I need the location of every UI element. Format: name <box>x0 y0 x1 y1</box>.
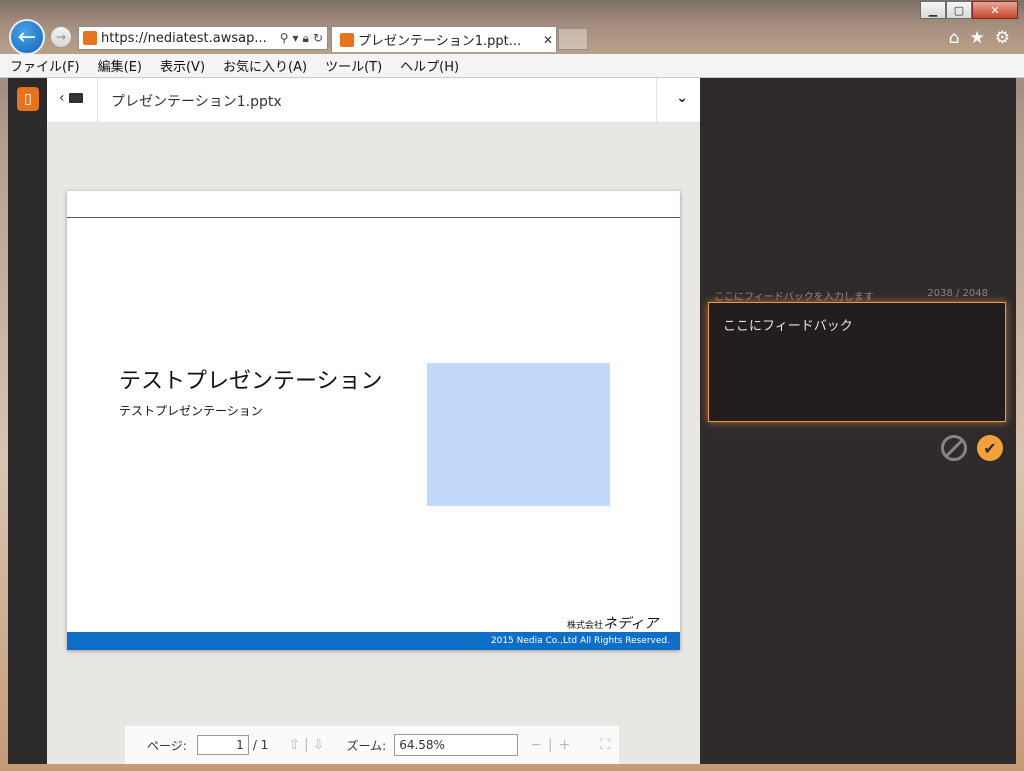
feedback-label: ここにフィードバックを入力します <box>714 292 874 303</box>
browser-titlebar: ▁ ▢ ✕ ← → https://nediatest.awsap... ⚲ ▾… <box>0 0 1024 55</box>
document-name: プレゼンテーション1.pptx <box>111 94 282 110</box>
menu-edit[interactable]: 編集(E) <box>88 56 150 75</box>
forward-arrow-icon[interactable]: → <box>50 26 72 48</box>
dropdown-icon[interactable]: ▾ <box>293 31 299 46</box>
page-label: ページ: <box>147 738 187 753</box>
new-tab-button[interactable] <box>558 28 588 50</box>
app-container: ▯ ‹ プレゼンテーション1.pptx ⌄ テストプレゼンテーション テストプレ… <box>8 78 1016 764</box>
browser-tab[interactable]: プレゼンテーション1.ppt... ✕ <box>331 26 557 52</box>
back-to-folder-button[interactable]: ‹ <box>59 90 83 106</box>
address-bar[interactable]: https://nediatest.awsap... ⚲ ▾ 🔒︎ ↻ <box>78 26 328 50</box>
tab-favicon-icon <box>340 32 354 47</box>
search-icon[interactable]: ⚲ <box>280 31 289 46</box>
company-logo: 株式会社ネディア <box>566 616 658 632</box>
tab-title: プレゼンテーション1.ppt... <box>358 34 522 49</box>
menu-tools[interactable]: ツール(T) <box>315 56 390 75</box>
left-rail: ▯ <box>8 78 47 764</box>
slide-shape <box>427 363 610 506</box>
slide-title: テストプレゼンテーション <box>119 369 383 394</box>
slide-subtitle: テストプレゼンテーション <box>119 404 263 418</box>
settings-gear-icon[interactable]: ⚙ <box>995 28 1010 48</box>
slide-footer: 2015 Nedia Co.,Ltd All Rights Reserved. <box>67 632 680 650</box>
zoom-in-icon[interactable]: + <box>559 737 571 753</box>
minimize-icon[interactable]: ▁ <box>920 1 946 19</box>
zoom-out-icon[interactable]: − <box>530 737 542 753</box>
lock-icon[interactable]: 🔒︎ <box>303 31 309 46</box>
feedback-input[interactable]: ここにフィードバック <box>708 302 1006 422</box>
page-toolbar: ページ: 1 / 1 ⇧ | ⇩ ズーム: 64.58% − | + ⛶ <box>125 726 619 764</box>
page-down-icon[interactable]: ⇩ <box>313 737 325 753</box>
refresh-icon[interactable]: ↻ <box>313 31 323 46</box>
menu-bar: ファイル(F) 編集(E) 表示(V) お気に入り(A) ツール(T) ヘルプ(… <box>0 54 1024 78</box>
home-icon[interactable]: ⌂ <box>949 28 960 48</box>
slide-page: テストプレゼンテーション テストプレゼンテーション 株式会社ネディア 2015 … <box>67 191 680 650</box>
app-logo-icon[interactable]: ▯ <box>17 87 39 111</box>
folder-icon <box>68 93 83 103</box>
page-input[interactable]: 1 <box>196 735 249 755</box>
close-window-icon[interactable]: ✕ <box>972 1 1018 19</box>
maximize-icon[interactable]: ▢ <box>946 1 972 19</box>
confirm-check-icon[interactable]: ✔ <box>977 435 1003 461</box>
feedback-counter: 2038 / 2048 <box>927 288 988 299</box>
window-controls: ▁ ▢ ✕ <box>920 1 1018 19</box>
menu-favorites[interactable]: お気に入り(A) <box>213 56 315 75</box>
tab-close-icon[interactable]: ✕ <box>540 33 556 47</box>
fit-screen-icon[interactable]: ⛶ <box>600 737 610 753</box>
chevron-left-icon: ‹ <box>59 90 65 106</box>
menu-file[interactable]: ファイル(F) <box>0 56 88 75</box>
document-viewer: ‹ プレゼンテーション1.pptx ⌄ テストプレゼンテーション テストプレゼン… <box>47 78 700 764</box>
menu-view[interactable]: 表示(V) <box>150 56 213 75</box>
zoom-input[interactable]: 64.58% <box>394 734 519 756</box>
address-text[interactable]: https://nediatest.awsap... <box>101 31 280 46</box>
site-favicon-icon <box>83 31 97 45</box>
chevron-down-icon[interactable]: ⌄ <box>676 90 688 106</box>
page-up-icon[interactable]: ⇧ <box>288 737 300 753</box>
back-arrow-icon[interactable]: ← <box>9 19 45 55</box>
menu-help[interactable]: ヘルプ(H) <box>390 56 467 75</box>
zoom-label: ズーム: <box>346 738 387 753</box>
document-header: ‹ プレゼンテーション1.pptx ⌄ <box>47 78 700 123</box>
feedback-panel: ここにフィードバックを入力します 2038 / 2048 ここにフィードバック … <box>700 78 1016 764</box>
cancel-icon[interactable] <box>941 435 967 461</box>
favorites-star-icon[interactable]: ★ <box>970 28 985 48</box>
page-total: / 1 <box>252 738 269 752</box>
